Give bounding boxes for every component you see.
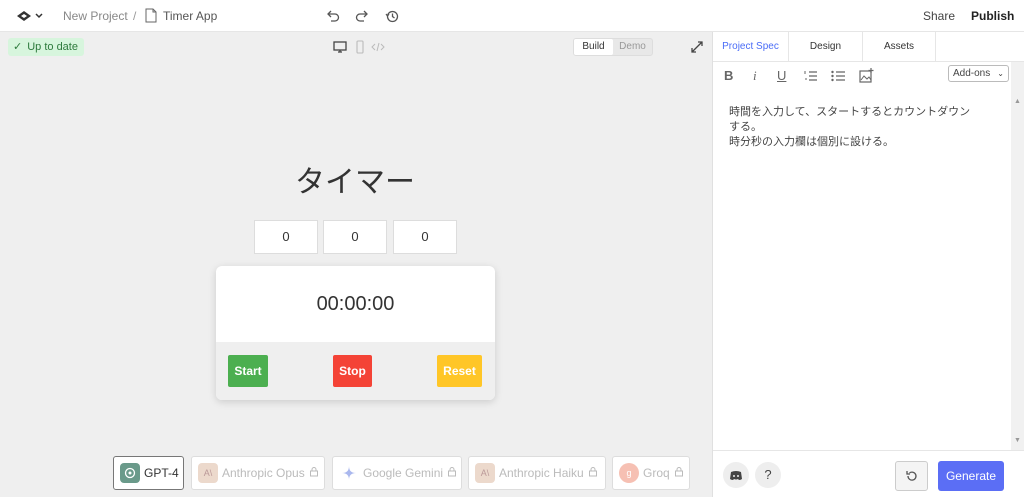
groq-icon: g	[619, 463, 639, 483]
discord-icon	[730, 471, 742, 480]
app-title: タイマー	[295, 165, 415, 200]
addons-dropdown[interactable]: Add-ons ⌄	[948, 65, 1009, 82]
status-text: Up to date	[27, 41, 78, 53]
spec-line: 時間を入力して、スタートするとカウントダウン	[729, 105, 971, 118]
timer-card: 00:00:00 Start Stop Reset	[216, 266, 495, 400]
model-anthropic-haiku-button[interactable]: A\ Anthropic Haiku	[468, 456, 606, 490]
openai-icon	[120, 463, 140, 483]
model-selector: GPT-4 A\ Anthropic Opus Google Gemini A\…	[0, 456, 712, 490]
preview-area: ✓ Up to date Build Demo タイマー 0 0 0 00:00:…	[0, 32, 712, 497]
generate-button[interactable]: Generate	[938, 461, 1004, 491]
code-view-icon[interactable]	[371, 40, 385, 54]
bullet-list-icon[interactable]	[831, 70, 846, 82]
mobile-view-icon[interactable]	[355, 40, 365, 54]
tab-project-spec[interactable]: Project Spec	[713, 32, 789, 62]
tab-assets[interactable]: Assets	[863, 32, 936, 62]
spec-line: 時分秒の入力欄は個別に設ける。	[729, 135, 894, 148]
seconds-input[interactable]: 0	[393, 220, 457, 254]
model-groq-button[interactable]: g Groq	[612, 456, 690, 490]
start-button[interactable]: Start	[228, 355, 268, 387]
chevron-down-icon: ⌄	[997, 69, 1004, 78]
model-label: Google Gemini	[363, 466, 444, 480]
scroll-down-icon[interactable]: ▼	[1014, 437, 1021, 444]
model-label: Groq	[643, 466, 670, 480]
tab-design[interactable]: Design	[789, 32, 863, 62]
history-icon[interactable]	[384, 8, 400, 24]
model-gpt4-button[interactable]: GPT-4	[113, 456, 184, 490]
bold-icon[interactable]: B	[724, 68, 733, 83]
anthropic-icon: A\	[198, 463, 218, 483]
undo-icon[interactable]	[325, 8, 341, 24]
lock-icon	[447, 466, 457, 480]
reset-button[interactable]: Reset	[437, 355, 482, 387]
ordered-list-icon[interactable]	[804, 70, 818, 82]
italic-icon[interactable]: i	[753, 68, 757, 84]
scroll-up-icon[interactable]: ▲	[1014, 98, 1021, 105]
editor-scrollbar[interactable]: ▲ ▼	[1011, 62, 1024, 450]
breadcrumb-project[interactable]: New Project	[63, 9, 128, 23]
share-button[interactable]: Share	[923, 9, 955, 23]
redo-icon[interactable]	[354, 8, 370, 24]
check-icon: ✓	[13, 41, 23, 53]
gemini-icon	[339, 463, 359, 483]
panel-footer: ? Generate	[713, 450, 1024, 497]
add-image-icon[interactable]	[859, 68, 874, 83]
refresh-icon	[906, 471, 917, 481]
breadcrumb-file[interactable]: Timer App	[163, 9, 217, 23]
logo-menu-icon[interactable]	[16, 9, 44, 23]
status-badge: ✓ Up to date	[8, 38, 84, 56]
model-label: Anthropic Opus	[222, 466, 305, 480]
top-bar: New Project / Timer App Share Publish	[0, 0, 1024, 32]
build-demo-toggle: Build Demo	[573, 38, 653, 56]
side-panel: Project Spec Design Assets B i U Add-ons…	[712, 32, 1024, 497]
lock-icon	[674, 466, 684, 480]
desktop-view-icon[interactable]	[333, 40, 347, 54]
model-anthropic-opus-button[interactable]: A\ Anthropic Opus	[191, 456, 325, 490]
model-google-gemini-button[interactable]: Google Gemini	[332, 456, 462, 490]
breadcrumb-separator: /	[133, 9, 137, 23]
lock-icon	[588, 466, 598, 480]
format-toolbar: B i U Add-ons ⌄	[713, 62, 1024, 90]
lock-icon	[309, 466, 319, 480]
demo-toggle-button[interactable]: Demo	[613, 39, 652, 55]
spec-line: する。	[729, 120, 762, 133]
file-icon	[145, 8, 157, 23]
timer-button-row: Start Stop Reset	[216, 342, 495, 400]
build-toggle-button[interactable]: Build	[574, 39, 613, 55]
reset-spec-button[interactable]	[895, 461, 928, 491]
project-spec-editor[interactable]: 時間を入力して、スタートするとカウントダウン する。 時分秒の入力欄は個別に設け…	[713, 94, 1010, 450]
addons-label: Add-ons	[953, 68, 991, 79]
underline-icon[interactable]: U	[777, 68, 786, 83]
publish-button[interactable]: Publish	[971, 9, 1014, 23]
timer-display: 00:00:00	[316, 293, 395, 315]
anthropic-icon: A\	[475, 463, 495, 483]
model-label: GPT-4	[144, 466, 179, 480]
expand-icon[interactable]	[690, 40, 704, 54]
hours-input[interactable]: 0	[254, 220, 318, 254]
panel-tabs: Project Spec Design Assets	[713, 32, 1024, 62]
help-button[interactable]: ?	[755, 462, 781, 488]
minutes-input[interactable]: 0	[323, 220, 387, 254]
model-label: Anthropic Haiku	[499, 466, 584, 480]
stop-button[interactable]: Stop	[333, 355, 372, 387]
discord-button[interactable]	[723, 462, 749, 488]
